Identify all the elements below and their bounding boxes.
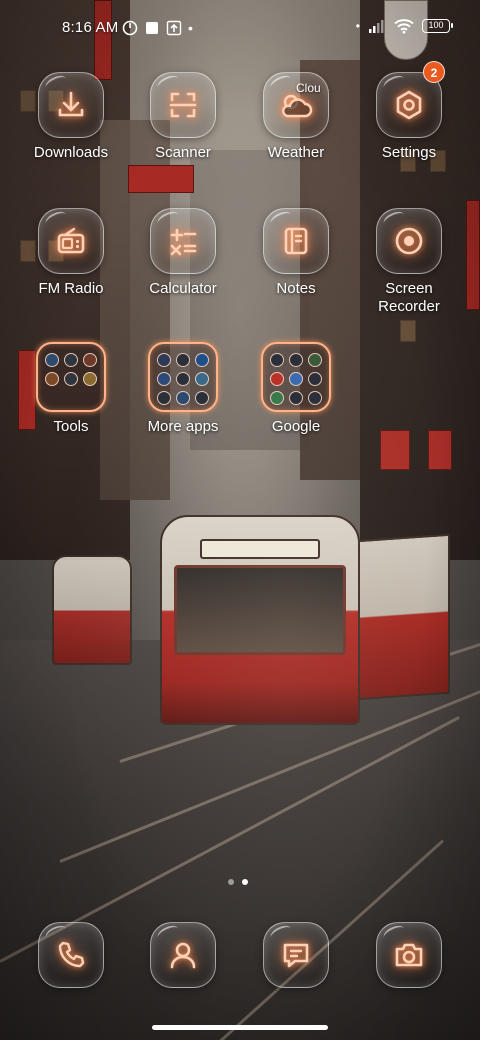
- app-label: FM Radio: [38, 280, 104, 297]
- mini-app-icon: [289, 391, 303, 405]
- mini-app-icon: [289, 372, 303, 386]
- mini-app-icon: [270, 372, 284, 386]
- app-scanner[interactable]: Scanner: [128, 72, 238, 162]
- app-weather[interactable]: Clou Weather: [241, 72, 351, 162]
- mini-app-icon: [308, 353, 322, 367]
- battery-icon: 100: [422, 19, 453, 33]
- mini-app-icon: [270, 391, 284, 405]
- signal-dot-icon: •: [355, 19, 360, 33]
- phone-icon: [58, 941, 85, 968]
- app-screen-recorder[interactable]: Screen Recorder: [354, 208, 464, 316]
- status-time: 8:16 AM: [62, 19, 119, 36]
- calculator-icon: [170, 228, 197, 256]
- mini-app-icon: [83, 372, 97, 386]
- app-label: Notes: [276, 280, 316, 297]
- mini-app-icon: [45, 372, 59, 386]
- mini-app-icon: [45, 353, 59, 367]
- app-label: More apps: [147, 418, 219, 435]
- folder-tile: [36, 342, 106, 412]
- download-icon: [58, 91, 84, 117]
- mini-app-icon: [64, 353, 78, 367]
- app-label: Weather: [267, 144, 325, 161]
- app-label: Scanner: [155, 144, 211, 161]
- folder-tile: [261, 342, 331, 412]
- app-downloads[interactable]: Downloads: [16, 72, 126, 162]
- home-gesture-bar[interactable]: [152, 1025, 328, 1030]
- status-bar: 8:16 AM • • 100: [0, 0, 480, 56]
- mini-app-icon: [176, 353, 190, 367]
- mini-app-icon: [176, 372, 190, 386]
- mini-app-icon: [83, 353, 97, 367]
- dock-phone[interactable]: [16, 922, 126, 988]
- folder-more-apps[interactable]: More apps: [128, 342, 238, 436]
- camera-icon: [395, 943, 423, 967]
- upload-notification-icon: [166, 20, 182, 36]
- app-label: Settings: [381, 144, 437, 161]
- app-label: Screen Recorder: [378, 280, 440, 315]
- mini-app-icon: [157, 372, 171, 386]
- record-icon: [395, 227, 423, 255]
- mini-app-icon: [195, 353, 209, 367]
- more-notifications-icon: •: [188, 20, 194, 36]
- contacts-icon: [170, 942, 196, 969]
- mini-app-icon: [289, 353, 303, 367]
- mini-app-icon: [176, 391, 190, 405]
- app-label: Downloads: [33, 144, 109, 161]
- notification-square-icon: [146, 22, 158, 34]
- dock-contacts[interactable]: [128, 922, 238, 988]
- folder-tools[interactable]: Tools: [16, 342, 126, 436]
- app-label: Google: [271, 418, 321, 435]
- scanner-icon: [169, 92, 197, 118]
- mini-app-icon: [270, 353, 284, 367]
- messages-icon: [283, 943, 309, 968]
- dock-messages[interactable]: [241, 922, 351, 988]
- mini-app-icon: [195, 391, 209, 405]
- page-dot-1[interactable]: [228, 879, 234, 885]
- dock-camera[interactable]: [354, 922, 464, 988]
- radio-icon: [57, 227, 85, 254]
- notes-icon: [284, 227, 308, 255]
- app-notes[interactable]: Notes: [241, 208, 351, 298]
- mini-app-icon: [157, 353, 171, 367]
- app-label: Calculator: [149, 280, 217, 297]
- cell-signal-icon: [369, 20, 384, 33]
- mini-app-icon: [308, 391, 322, 405]
- mini-app-icon: [157, 391, 171, 405]
- app-label: Tools: [53, 418, 89, 435]
- app-fm-radio[interactable]: FM Radio: [16, 208, 126, 298]
- app-calculator[interactable]: Calculator: [128, 208, 238, 298]
- page-indicator[interactable]: [228, 879, 248, 885]
- folder-google[interactable]: Google: [241, 342, 351, 436]
- notification-badge: 2: [423, 61, 445, 83]
- mini-app-icon: [195, 372, 209, 386]
- mini-app-icon: [308, 372, 322, 386]
- wifi-icon: [394, 19, 414, 34]
- focus-icon: [122, 20, 138, 36]
- page-dot-2[interactable]: [242, 879, 248, 885]
- weather-overlay-text: Clou: [296, 81, 321, 95]
- app-settings[interactable]: 2 Settings: [354, 61, 464, 162]
- folder-tile: [148, 342, 218, 412]
- mini-app-icon: [64, 372, 78, 386]
- gear-icon: [396, 90, 422, 120]
